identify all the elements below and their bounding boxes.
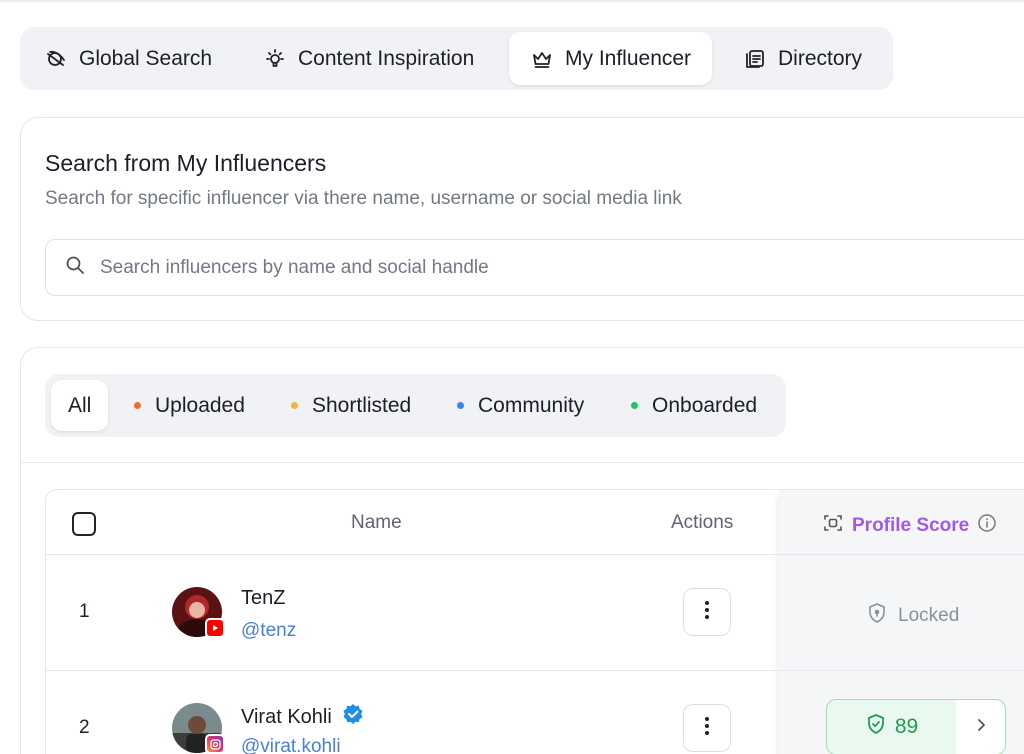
profile-score-column-header: Profile Score <box>822 512 997 540</box>
filter-uploaded[interactable]: Uploaded <box>134 380 245 431</box>
top-divider <box>0 0 1024 2</box>
youtube-icon <box>205 618 225 638</box>
scan-icon <box>822 512 844 540</box>
profile-score-value: 89 <box>894 715 919 738</box>
name-column-header: Name <box>351 512 402 533</box>
table-header: Name Actions Profile Score <box>46 490 1024 555</box>
tab-global-search[interactable]: Global Search <box>23 32 234 85</box>
tab-label: Global Search <box>79 46 213 70</box>
influencer-list-panel: All Uploaded Shortlisted Community Onboa… <box>20 347 1024 754</box>
tab-label: My Influencer <box>565 46 692 70</box>
globe-search-icon <box>45 48 67 70</box>
filter-label: Uploaded <box>155 393 245 417</box>
main-tabs: Global Search Content Inspiration My Inf… <box>20 27 893 90</box>
tab-label: Content Inspiration <box>298 46 475 70</box>
section-divider <box>21 462 1024 463</box>
more-vertical-icon <box>704 715 710 742</box>
search-icon <box>64 254 86 281</box>
status-dot-icon <box>291 402 298 409</box>
tab-label: Directory <box>778 46 863 70</box>
filter-label: Onboarded <box>652 393 758 417</box>
row-index: 2 <box>79 717 90 738</box>
influencer-name-container: Virat Kohli <box>241 703 364 731</box>
more-vertical-icon <box>704 599 710 626</box>
verified-badge-icon <box>342 703 364 731</box>
influencer-handle[interactable]: @virat.kohli <box>241 736 341 754</box>
profile-score-label: Profile Score <box>852 515 970 536</box>
score-expand[interactable] <box>957 700 1005 754</box>
influencer-table: Name Actions Profile Score 1 TenZ @tenz … <box>45 489 1024 754</box>
search-box[interactable] <box>45 239 1024 296</box>
instagram-icon <box>205 734 225 754</box>
influencer-name-container: TenZ <box>241 587 285 610</box>
status-dot-icon <box>457 402 464 409</box>
filter-community[interactable]: Community <box>457 380 584 431</box>
shield-icon <box>866 602 888 630</box>
search-panel: Search from My Influencers Search for sp… <box>20 117 1024 321</box>
lightbulb-icon <box>264 48 286 70</box>
tab-content-inspiration[interactable]: Content Inspiration <box>242 32 496 85</box>
row-actions-button[interactable] <box>683 704 731 752</box>
locked-label: Locked <box>898 605 960 626</box>
filter-all[interactable]: All <box>51 380 109 431</box>
chevron-right-icon <box>975 717 987 738</box>
row-index: 1 <box>79 601 90 622</box>
profile-score-value-container: 89 <box>827 700 957 754</box>
crown-icon <box>531 48 553 70</box>
directory-icon <box>744 48 766 70</box>
filter-label: Shortlisted <box>312 393 412 417</box>
influencer-name: Virat Kohli <box>241 705 332 728</box>
influencer-handle[interactable]: @tenz <box>241 620 296 642</box>
table-row[interactable]: 1 TenZ @tenz Locked <box>46 555 1024 671</box>
status-filters: All Uploaded Shortlisted Community Onboa… <box>45 374 786 437</box>
shield-check-icon <box>865 713 887 741</box>
info-icon[interactable] <box>977 513 997 539</box>
influencer-name: TenZ <box>241 587 286 609</box>
filter-onboarded[interactable]: Onboarded <box>631 380 757 431</box>
filter-label: Community <box>478 393 585 417</box>
select-all-checkbox[interactable] <box>72 512 96 536</box>
search-subtitle: Search for specific influencer via there… <box>45 188 682 209</box>
status-dot-icon <box>134 402 141 409</box>
status-dot-icon <box>631 402 638 409</box>
table-row[interactable]: 2 Virat Kohli @virat.kohli 89 <box>46 671 1024 754</box>
tab-directory[interactable]: Directory <box>722 32 884 85</box>
actions-column-header: Actions <box>671 512 734 533</box>
search-title: Search from My Influencers <box>45 150 327 176</box>
filter-label: All <box>68 393 92 417</box>
profile-score-button[interactable]: 89 <box>826 699 1006 754</box>
row-actions-button[interactable] <box>683 588 731 636</box>
profile-score-locked: Locked <box>866 602 959 630</box>
search-input[interactable] <box>100 256 1000 279</box>
tab-my-influencer[interactable]: My Influencer <box>509 32 712 85</box>
filter-shortlisted[interactable]: Shortlisted <box>291 380 411 431</box>
